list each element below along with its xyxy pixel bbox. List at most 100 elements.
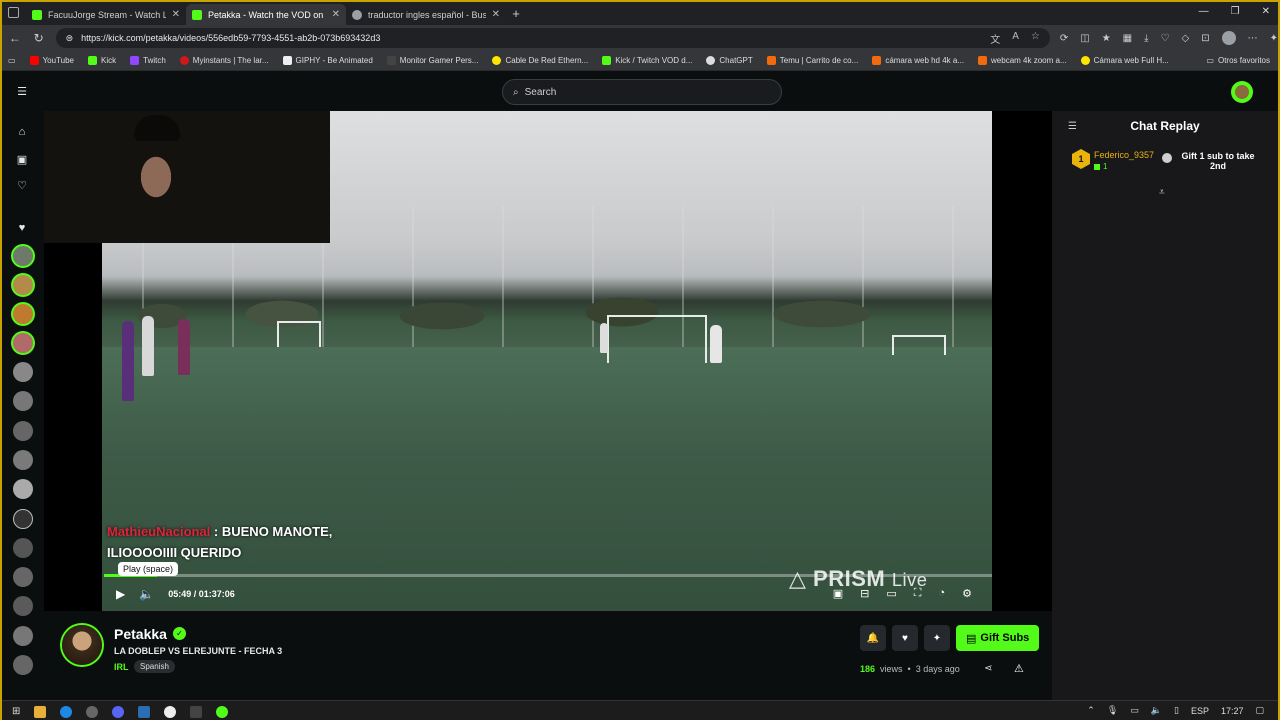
followed-channel-avatar[interactable] bbox=[13, 538, 33, 558]
bookmark-twitch[interactable]: Twitch bbox=[130, 56, 166, 65]
miniplayer-icon[interactable]: ⊟ bbox=[860, 587, 869, 600]
extensions-icon[interactable]: ◇ bbox=[1182, 33, 1190, 44]
kick-app-icon[interactable] bbox=[216, 705, 229, 718]
search-input[interactable]: ⌕ Search bbox=[502, 79, 782, 105]
chat-username[interactable]: Federico_9357 bbox=[1094, 150, 1154, 160]
language-tag[interactable]: Spanish bbox=[134, 660, 175, 673]
scroll-down-icon[interactable]: ⩡ bbox=[1159, 187, 1165, 198]
tablet-icon[interactable]: ▭ bbox=[8, 56, 16, 65]
file-explorer-icon[interactable] bbox=[34, 705, 47, 718]
app-icon[interactable] bbox=[86, 705, 99, 718]
more-icon[interactable]: ⋯ bbox=[1248, 33, 1258, 44]
chevron-up-icon[interactable]: ⌃ bbox=[1087, 705, 1095, 716]
following-icon[interactable]: ♡ bbox=[12, 175, 32, 195]
tab-traductor[interactable]: traductor ingles español - Buscar ✕ bbox=[346, 4, 506, 25]
bookmark-chatgpt[interactable]: ChatGPT bbox=[706, 56, 753, 65]
speed-icon[interactable]: ◔ bbox=[938, 587, 945, 600]
address-bar[interactable]: ⊜ https://kick.com/petakka/videos/556edb… bbox=[55, 28, 1050, 48]
bookmark-webcam[interactable]: webcam 4k zoom a... bbox=[978, 56, 1067, 65]
play-icon[interactable]: ▶ bbox=[116, 587, 125, 601]
settings-gear-icon[interactable]: ⚙ bbox=[962, 587, 972, 600]
steam-icon[interactable] bbox=[138, 705, 151, 718]
mic-icon[interactable]: 🎙 bbox=[1107, 705, 1118, 716]
favorites-heart-icon[interactable]: ♥ bbox=[12, 218, 32, 238]
channel-name[interactable]: Petakka bbox=[114, 626, 167, 642]
theater-icon[interactable]: ▭ bbox=[886, 587, 896, 600]
followed-channel-avatar[interactable] bbox=[13, 275, 33, 295]
split-screen-icon[interactable]: ◫ bbox=[1080, 33, 1089, 44]
volume-icon[interactable]: 🔈 bbox=[139, 587, 154, 601]
discord-icon[interactable] bbox=[112, 705, 125, 718]
bookmark-monitor[interactable]: Monitor Gamer Pers... bbox=[386, 56, 478, 65]
menu-icon[interactable]: ☰ bbox=[12, 81, 32, 101]
collections-icon[interactable]: ▦ bbox=[1123, 33, 1132, 44]
notifications-button[interactable]: 🔔 bbox=[860, 625, 886, 651]
bookmark-other[interactable]: ▭ Otros favoritos bbox=[1206, 56, 1270, 65]
bookmark-myinstants[interactable]: Myinstants | The lar... bbox=[179, 56, 269, 65]
battery-icon[interactable]: ▯ bbox=[1174, 705, 1179, 716]
home-icon[interactable]: ⌂ bbox=[12, 122, 32, 142]
fullscreen-icon[interactable]: ⛶ bbox=[914, 587, 922, 600]
bookmark-kick-vod[interactable]: Kick / Twitch VOD d... bbox=[602, 56, 692, 65]
user-avatar[interactable] bbox=[1231, 81, 1253, 103]
bookmark-youtube[interactable]: YouTube bbox=[29, 56, 74, 65]
clip-icon[interactable]: ▣ bbox=[833, 587, 843, 600]
bookmark-cable[interactable]: Cable De Red Ethern... bbox=[492, 56, 588, 65]
followed-channel-avatar[interactable] bbox=[13, 596, 33, 616]
screenshot-icon[interactable]: ⊡ bbox=[1201, 33, 1209, 44]
download-icon[interactable]: ⤓ bbox=[1144, 33, 1148, 44]
read-aloud-icon[interactable]: A bbox=[1012, 31, 1019, 46]
browse-icon[interactable]: ▣ bbox=[12, 149, 32, 169]
favorites-icon[interactable]: ★ bbox=[1102, 33, 1111, 44]
gift-subs-button[interactable]: ▤ Gift Subs bbox=[956, 625, 1040, 651]
followed-channel-avatar[interactable] bbox=[13, 655, 33, 675]
close-window-icon[interactable]: ✕ bbox=[1262, 6, 1270, 17]
followed-channel-avatar[interactable] bbox=[13, 362, 33, 382]
language-indicator[interactable]: ESP bbox=[1191, 706, 1209, 716]
copilot-icon[interactable]: ✦ bbox=[1270, 33, 1278, 44]
clock[interactable]: 17:27 bbox=[1221, 706, 1244, 716]
bookmark-temu[interactable]: Temu | Carrito de co... bbox=[766, 56, 858, 65]
followed-channel-avatar[interactable] bbox=[13, 626, 33, 646]
translate-icon[interactable]: 文 bbox=[990, 31, 1000, 46]
clip-button[interactable]: ✦ bbox=[924, 625, 950, 651]
site-info-icon[interactable]: ⊜ bbox=[66, 33, 74, 44]
start-icon[interactable]: ⊞ bbox=[12, 706, 20, 717]
speaker-icon[interactable]: 🔈 bbox=[1151, 705, 1162, 716]
heart-icon[interactable]: ♡ bbox=[1161, 33, 1170, 44]
obs-icon[interactable] bbox=[164, 705, 177, 718]
collapse-chat-icon[interactable]: ☰ bbox=[1068, 121, 1077, 132]
close-icon[interactable]: ✕ bbox=[332, 9, 340, 20]
extension-icon[interactable]: ⟳ bbox=[1060, 33, 1068, 44]
follow-button[interactable]: ♥ bbox=[892, 625, 918, 651]
close-icon[interactable]: ✕ bbox=[172, 9, 180, 20]
profile-avatar[interactable] bbox=[1221, 31, 1236, 45]
new-tab-button[interactable]: + bbox=[506, 6, 526, 21]
bookmark-camara-full[interactable]: Cámara web Full H... bbox=[1080, 56, 1169, 65]
report-warning-icon[interactable]: ⚠ bbox=[1014, 662, 1024, 675]
reload-icon[interactable]: ↻ bbox=[32, 31, 46, 45]
edge-icon[interactable] bbox=[60, 705, 73, 718]
notifications-icon[interactable]: ▢ bbox=[1255, 705, 1264, 716]
channel-avatar[interactable] bbox=[62, 625, 102, 665]
network-icon[interactable]: ▭ bbox=[1130, 705, 1139, 716]
followed-channel-avatar[interactable] bbox=[13, 567, 33, 587]
tab-facuujorge[interactable]: FacuuJorge Stream - Watch Live ✕ bbox=[26, 4, 186, 25]
followed-channel-avatar[interactable] bbox=[13, 479, 33, 499]
restore-icon[interactable]: ❐ bbox=[1231, 6, 1240, 17]
favorite-star-icon[interactable]: ☆ bbox=[1031, 31, 1040, 46]
app-icon[interactable] bbox=[190, 705, 203, 718]
minimize-icon[interactable]: — bbox=[1199, 6, 1209, 17]
share-icon[interactable]: ⋖ bbox=[984, 663, 992, 674]
bookmark-camara[interactable]: cámara web hd 4k a... bbox=[872, 56, 964, 65]
tab-actions-icon[interactable] bbox=[8, 7, 19, 18]
tab-petakka[interactable]: Petakka - Watch the VOD on Kick ✕ bbox=[186, 4, 346, 25]
video-player[interactable]: MathieuNacional : BUENO MANOTE, ILIOOOOI… bbox=[44, 111, 1052, 611]
followed-channel-avatar[interactable] bbox=[13, 391, 33, 411]
seek-bar[interactable] bbox=[104, 574, 992, 577]
followed-channel-avatar[interactable] bbox=[13, 333, 33, 353]
followed-channel-avatar[interactable] bbox=[13, 246, 33, 266]
close-icon[interactable]: ✕ bbox=[492, 9, 500, 20]
bookmark-giphy[interactable]: GIPHY - Be Animated bbox=[282, 56, 373, 65]
followed-channel-avatar[interactable] bbox=[13, 304, 33, 324]
